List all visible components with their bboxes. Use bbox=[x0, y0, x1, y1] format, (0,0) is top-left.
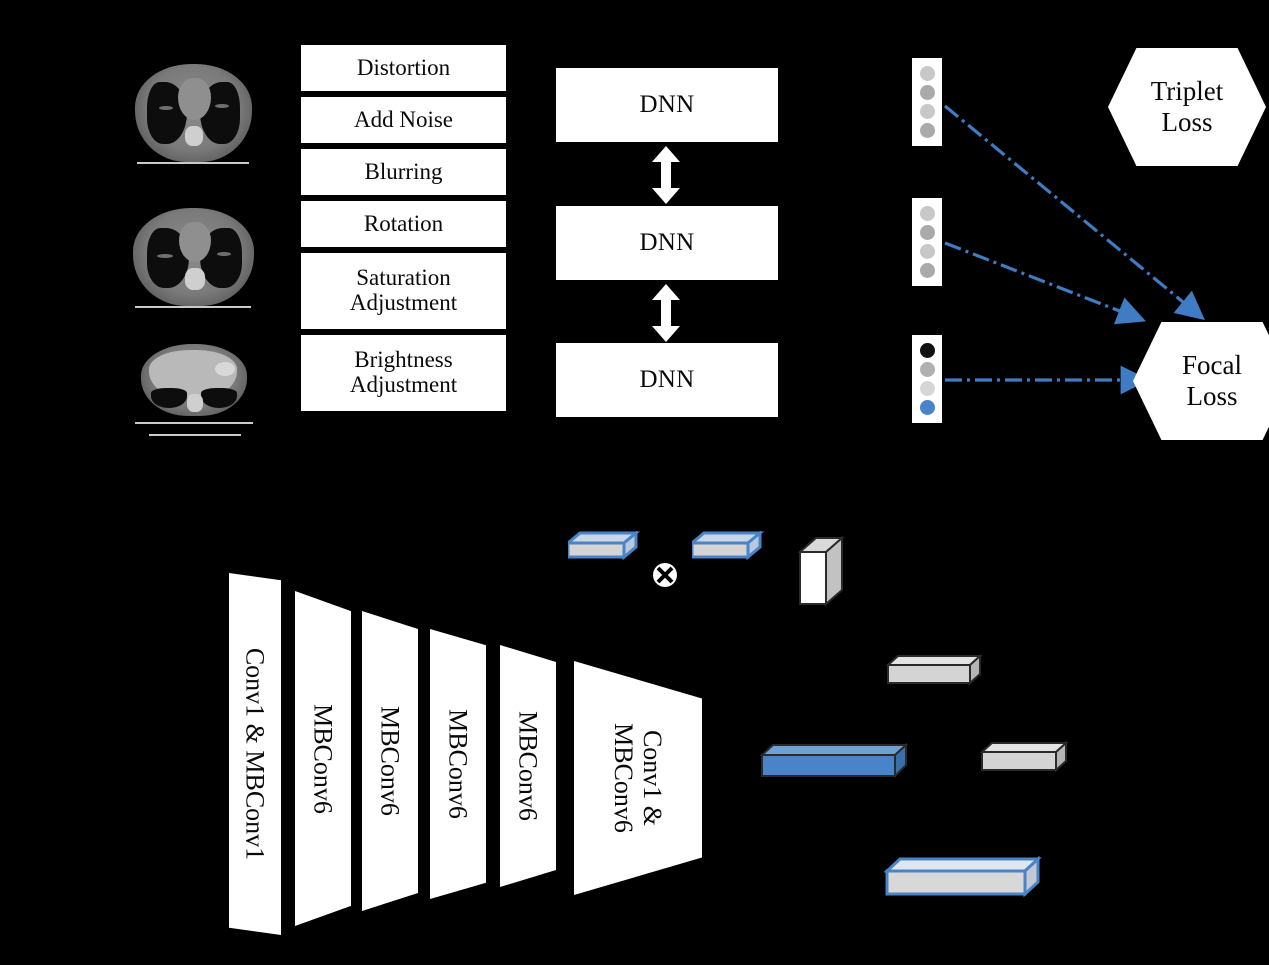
backbone-block-label: MBConv6 bbox=[513, 711, 543, 821]
feature-vector-negative[interactable] bbox=[912, 335, 942, 423]
feature-dot bbox=[919, 206, 935, 221]
backbone-block-label: Conv1 & MBConv6 bbox=[609, 673, 667, 883]
backbone-block-mbconv6-2[interactable]: MBConv6 bbox=[362, 611, 418, 911]
backbone-block-mbconv6-1[interactable]: MBConv6 bbox=[295, 591, 351, 926]
loss-arrow-positive bbox=[944, 241, 1146, 325]
feature-dot bbox=[919, 400, 935, 415]
backbone-block-label: MBConv6 bbox=[375, 706, 405, 816]
backbone-block-mbconv6-4[interactable]: MBConv6 bbox=[500, 645, 556, 887]
feature-dot bbox=[919, 66, 935, 81]
focal-loss-label-line2: Loss bbox=[1186, 381, 1238, 411]
feature-dot bbox=[919, 85, 935, 100]
diagram-canvas: Distortion Add Noise Blurring Rotation S… bbox=[0, 0, 1269, 965]
focal-loss-label-line1: Focal bbox=[1182, 350, 1242, 381]
triplet-loss-label-line1: Triplet bbox=[1150, 76, 1224, 107]
feature-dot bbox=[919, 225, 935, 240]
loss-arrow-layer bbox=[943, 104, 1205, 395]
backbone-block-label: MBConv6 bbox=[443, 709, 473, 819]
head-bar-gray-right[interactable] bbox=[979, 740, 1072, 776]
feature-slab[interactable] bbox=[797, 535, 846, 608]
feature-dot bbox=[919, 244, 935, 259]
head-bar-outlined-bottom[interactable] bbox=[883, 855, 1044, 900]
backbone-block-label: Conv1 & MBConv1 bbox=[240, 647, 270, 861]
feature-dot bbox=[919, 381, 935, 396]
feature-dot bbox=[919, 123, 935, 138]
elementwise-multiply-operator bbox=[652, 562, 678, 588]
backbone-block-label-line1: Conv1 & bbox=[638, 729, 668, 827]
feature-vector-anchor[interactable] bbox=[912, 58, 942, 146]
head-bar-gray-top[interactable] bbox=[885, 653, 986, 689]
backbone-block-label: MBConv6 bbox=[308, 703, 338, 814]
feature-dot bbox=[919, 343, 935, 358]
backbone-block-conv1-mbconv6[interactable]: Conv1 & MBConv6 bbox=[574, 661, 702, 895]
attention-tensor-a[interactable] bbox=[563, 529, 641, 563]
feature-dot bbox=[919, 263, 935, 278]
backbone-block-mbconv6-3[interactable]: MBConv6 bbox=[430, 629, 486, 899]
backbone-block-label-line2: MBConv6 bbox=[609, 723, 638, 833]
feature-dot bbox=[919, 104, 935, 119]
feature-vector-positive[interactable] bbox=[912, 198, 942, 286]
attention-tensor-b[interactable] bbox=[687, 529, 765, 563]
focal-loss-node[interactable]: Focal Loss bbox=[1133, 322, 1269, 440]
feature-dot bbox=[919, 362, 935, 377]
triplet-loss-node[interactable]: Triplet Loss bbox=[1108, 48, 1266, 166]
triplet-loss-label-line2: Loss bbox=[1161, 107, 1213, 137]
head-bar-blue-left[interactable] bbox=[759, 742, 912, 782]
backbone-block-conv1-mbconv1[interactable]: Conv1 & MBConv1 bbox=[229, 573, 281, 935]
